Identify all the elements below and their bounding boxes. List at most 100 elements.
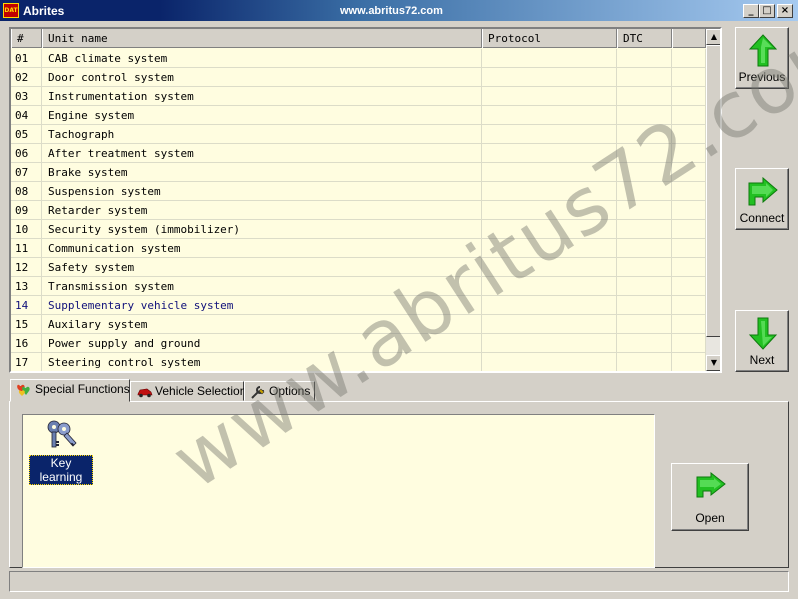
connect-button[interactable]: Connect [735,168,789,230]
cell-protocol [482,334,617,353]
cell-extra [672,334,706,353]
cell-extra [672,220,706,239]
keys-icon [47,420,77,448]
table-row[interactable]: 03 Instrumentation system [11,87,706,106]
table-row[interactable]: 02 Door control system [11,68,706,87]
table-row[interactable]: 13 Transmission system [11,277,706,296]
tab-bar: Special Functions Vehicle Selection Opti… [9,379,789,402]
cell-number: 12 [11,258,42,277]
arrow-down-icon [748,317,778,350]
cell-dtc [617,163,672,182]
cell-unit-name: Communication system [42,239,482,258]
cell-number: 11 [11,239,42,258]
cell-unit-name: Supplementary vehicle system [42,296,482,315]
previous-button[interactable]: Previous [735,27,789,89]
cell-unit-name: Engine system [42,106,482,125]
column-header-unit-name[interactable]: Unit name [42,29,482,48]
cell-extra [672,144,706,163]
cell-number: 04 [11,106,42,125]
cell-unit-name: Retarder system [42,201,482,220]
cell-unit-name: Transmission system [42,277,482,296]
scroll-thumb[interactable] [706,45,720,337]
special-functions-panel: Key learning Open [9,401,789,568]
scroll-down-button[interactable]: ▼ [706,355,720,371]
table-row[interactable]: 16 Power supply and ground [11,334,706,353]
tab-special-functions[interactable]: Special Functions [10,379,130,402]
column-header-protocol[interactable]: Protocol [482,29,617,48]
cell-dtc [617,182,672,201]
cell-number: 15 [11,315,42,334]
cell-dtc [617,49,672,68]
cell-unit-name: Power supply and ground [42,334,482,353]
status-bar [9,571,789,592]
table-row[interactable]: 15 Auxilary system [11,315,706,334]
cell-dtc [617,277,672,296]
table-row[interactable]: 01 CAB climate system [11,49,706,68]
table-row[interactable]: 17 Steering control system [11,353,706,371]
app-window: DAT Abrites www.abritus72.com _ □ × # Un… [0,0,798,599]
cell-extra [672,315,706,334]
cell-unit-name: CAB climate system [42,49,482,68]
table-row[interactable]: 04 Engine system [11,106,706,125]
cell-extra [672,182,706,201]
open-arrow-icon [696,472,726,498]
cell-protocol [482,125,617,144]
table-row[interactable]: 07 Brake system [11,163,706,182]
list-scrollbar[interactable]: ▲ ▼ [706,29,720,371]
table-row[interactable]: 09 Retarder system [11,201,706,220]
cell-unit-name: Tachograph [42,125,482,144]
title-bar[interactable]: DAT Abrites www.abritus72.com _ □ × [0,0,798,22]
cell-protocol [482,87,617,106]
tab-options[interactable]: Options [244,381,315,401]
cell-dtc [617,220,672,239]
table-row[interactable]: 10 Security system (immobilizer) [11,220,706,239]
cell-unit-name: Door control system [42,68,482,87]
table-row[interactable]: 08 Suspension system [11,182,706,201]
table-row[interactable]: 12 Safety system [11,258,706,277]
cell-extra [672,201,706,220]
cell-number: 01 [11,49,42,68]
cell-protocol [482,220,617,239]
cell-protocol [482,315,617,334]
tab-options-label: Options [269,384,311,398]
wrench-icon [251,386,265,399]
key-learning-item[interactable]: Key learning [29,419,93,485]
open-button[interactable]: Open [671,463,749,531]
unit-list: # Unit name Protocol DTC 01 CAB climate s… [9,27,722,373]
cell-protocol [482,258,617,277]
cell-number: 09 [11,201,42,220]
cell-dtc [617,353,672,371]
previous-label: Previous [738,70,786,84]
scroll-up-button[interactable]: ▲ [706,29,720,45]
window-url-caption: www.abritus72.com [340,5,443,17]
cell-extra [672,163,706,182]
arrow-up-icon [748,34,778,67]
cell-number: 10 [11,220,42,239]
cell-dtc [617,201,672,220]
cell-unit-name: Suspension system [42,182,482,201]
cell-extra [672,277,706,296]
cell-unit-name: Auxilary system [42,315,482,334]
table-row[interactable]: 11 Communication system [11,239,706,258]
table-row[interactable]: 14 Supplementary vehicle system [11,296,706,315]
table-row[interactable]: 06 After treatment system [11,144,706,163]
column-header-dtc[interactable]: DTC [617,29,672,48]
functions-area: Key learning [22,414,655,568]
connect-arrow-icon [748,177,778,206]
cell-number: 17 [11,353,42,371]
cell-protocol [482,49,617,68]
next-button[interactable]: Next [735,310,789,372]
cell-protocol [482,68,617,87]
column-header-extra[interactable] [672,29,706,48]
close-button[interactable]: × [777,4,793,18]
cell-dtc [617,315,672,334]
cell-protocol [482,106,617,125]
tab-vehicle-selection[interactable]: Vehicle Selection [130,381,246,401]
cell-protocol [482,277,617,296]
cell-number: 05 [11,125,42,144]
cell-dtc [617,334,672,353]
column-header-number[interactable]: # [11,29,42,48]
maximize-button[interactable]: □ [759,4,775,18]
minimize-button[interactable]: _ [743,4,759,18]
table-row[interactable]: 05 Tachograph [11,125,706,144]
